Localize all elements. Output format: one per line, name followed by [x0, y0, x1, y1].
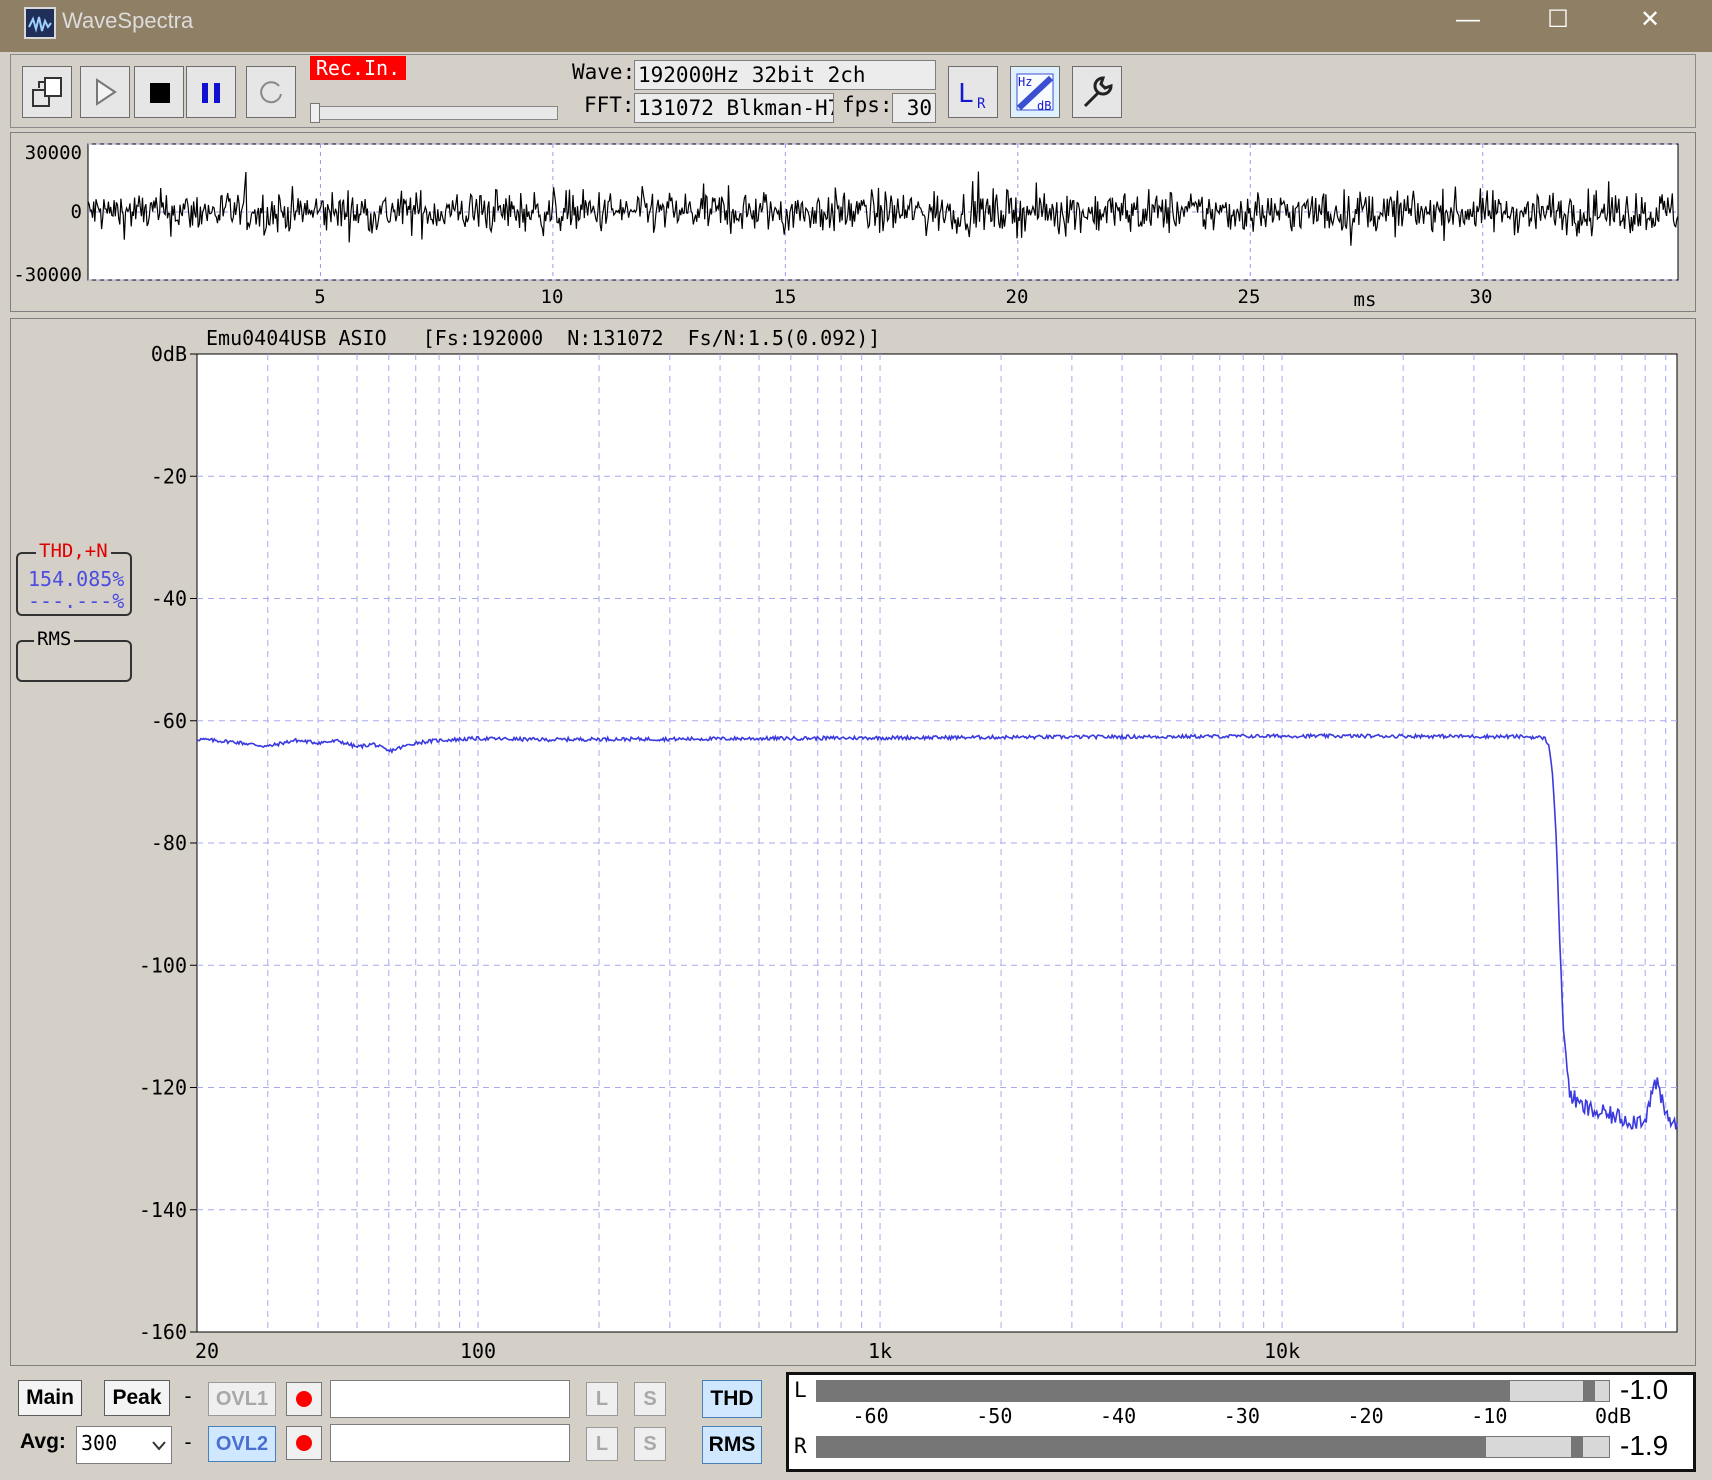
spectrum-ytick-label: -40: [151, 587, 187, 611]
close-button[interactable]: ✕: [1604, 0, 1696, 44]
ovl2-save-button[interactable]: S: [634, 1427, 666, 1461]
wave-xtick: 30: [1470, 286, 1493, 308]
loop-button[interactable]: [246, 66, 296, 118]
meter-scale-label: -30: [1223, 1404, 1260, 1428]
wave-xtick: 15: [774, 286, 797, 308]
ovl2-load-button[interactable]: L: [586, 1427, 618, 1461]
stop-button[interactable]: [134, 66, 184, 118]
meter-scale-label: -60: [852, 1404, 889, 1428]
meter-l-level-bar: [817, 1381, 1510, 1401]
meter-scale-label: -50: [976, 1404, 1013, 1428]
spectrum-xtick-label: 10k: [1264, 1339, 1300, 1363]
avg-value: 300: [81, 1431, 118, 1455]
spectrum-xtick-label: 1k: [868, 1339, 892, 1363]
meter-r-value: -1.9: [1620, 1430, 1669, 1461]
wave-ytick: 0: [71, 201, 82, 223]
pause-button[interactable]: [186, 66, 236, 118]
channel-lr-button[interactable]: L R: [948, 66, 998, 118]
wave-ytick: -30000: [13, 264, 82, 286]
volume-slider[interactable]: [314, 106, 558, 120]
meter-l-label: L: [794, 1378, 807, 1402]
loop-icon: [260, 81, 282, 104]
lr-sub-letter: R: [977, 96, 986, 112]
meter-r-peak-hold: [1571, 1437, 1584, 1457]
thd-value-secondary: ---.---%: [28, 589, 125, 613]
meter-scale-label: -40: [1100, 1404, 1137, 1428]
hz-text: Hz: [1018, 75, 1032, 89]
separator-dash: -: [182, 1430, 195, 1454]
spectrum-ytick-label: -80: [151, 831, 187, 855]
wave-ytick: 30000: [25, 142, 82, 164]
fft-setting-field[interactable]: 131072 Blkman-H7: [634, 93, 834, 123]
rec-input-badge: Rec.In.: [310, 56, 406, 80]
meter-r-level-bar: [817, 1437, 1487, 1457]
meter-scale-label: 0dB: [1595, 1404, 1632, 1428]
waveform-chart: 30000 0 -30000 5 10 15 20 25 30 ms: [13, 142, 1679, 311]
wave-xtick: 25: [1238, 286, 1261, 308]
meter-scale-label: -10: [1471, 1404, 1508, 1428]
fps-field[interactable]: 30: [892, 93, 936, 123]
maximize-button[interactable]: ☐: [1512, 0, 1604, 44]
wave-xtick: 20: [1006, 286, 1029, 308]
spectrum-xtick-label: 20: [195, 1339, 219, 1363]
wave-format-field: 192000Hz 32bit 2ch: [634, 60, 936, 90]
spectrum-x-ticks: 20 100 1k 10k: [195, 1339, 1300, 1363]
fps-label: fps:: [842, 93, 893, 117]
spectrum-ytick-label: -60: [151, 709, 187, 733]
waveform-y-ticks: 30000 0 -30000: [13, 142, 82, 286]
wave-xtick: 10: [541, 286, 564, 308]
settings-button[interactable]: [1072, 66, 1122, 118]
fft-label: FFT:: [584, 93, 635, 117]
wrench-icon: [1083, 76, 1113, 108]
play-icon: [96, 78, 117, 106]
meter-l-value: -1.0: [1620, 1374, 1669, 1405]
meter-r-label: R: [794, 1434, 807, 1458]
spectrum-ytick-label: 0dB: [151, 342, 187, 366]
lr-main-letter: L: [958, 79, 974, 109]
thd-label: THD,+N: [36, 540, 111, 562]
waveform-x-ticks: 5 10 15 20 25 30 ms: [314, 286, 1492, 311]
meter-l-peak-hold: [1582, 1381, 1595, 1401]
app-logo-icon: [28, 16, 52, 33]
spectrum-ytick-label: -100: [139, 953, 187, 977]
scale-settings-button[interactable]: Hz dB: [1010, 66, 1060, 118]
spectrum-ytick-label: -120: [139, 1076, 187, 1100]
spectrum-chart: 0dB -20 -40 -60 -80 -100 -120 -140 -160 20 100 1k 1…: [139, 342, 1678, 1363]
ruler-icon: Hz dB: [1016, 73, 1054, 113]
volume-slider-thumb[interactable]: [310, 103, 320, 123]
db-text: dB: [1037, 99, 1051, 113]
play-button[interactable]: [80, 66, 130, 118]
wave-xtick: 5: [314, 286, 325, 308]
open-file-button[interactable]: [22, 66, 72, 118]
rms-label: RMS: [34, 628, 75, 650]
app-icon: [24, 7, 56, 39]
meter-scale: -60 -50 -40 -30 -20 -10 0dB: [0, 1404, 1712, 1432]
wave-x-unit: ms: [1354, 289, 1377, 311]
open-file-icon: [32, 77, 62, 107]
lr-channel-icon: L R: [958, 79, 986, 112]
chevron-down-icon: [152, 1441, 166, 1451]
spectrum-ytick-label: -160: [139, 1320, 187, 1344]
spectrum-xtick-label: 100: [460, 1339, 496, 1363]
spectrum-ytick-label: -140: [139, 1198, 187, 1222]
wave-label: Wave:: [572, 60, 636, 84]
stop-icon: [150, 83, 170, 103]
minimize-button[interactable]: —: [1422, 0, 1514, 44]
spectrum-y-ticks: 0dB -20 -40 -60 -80 -100 -120 -140 -160: [139, 342, 197, 1344]
window-title: WaveSpectra: [62, 8, 194, 33]
meter-scale-label: -20: [1347, 1404, 1384, 1428]
thd-value: 154.085%: [28, 567, 125, 591]
spectrum-ytick-label: -20: [151, 464, 187, 488]
avg-label: Avg:: [20, 1430, 66, 1453]
pause-icon: [202, 83, 220, 103]
